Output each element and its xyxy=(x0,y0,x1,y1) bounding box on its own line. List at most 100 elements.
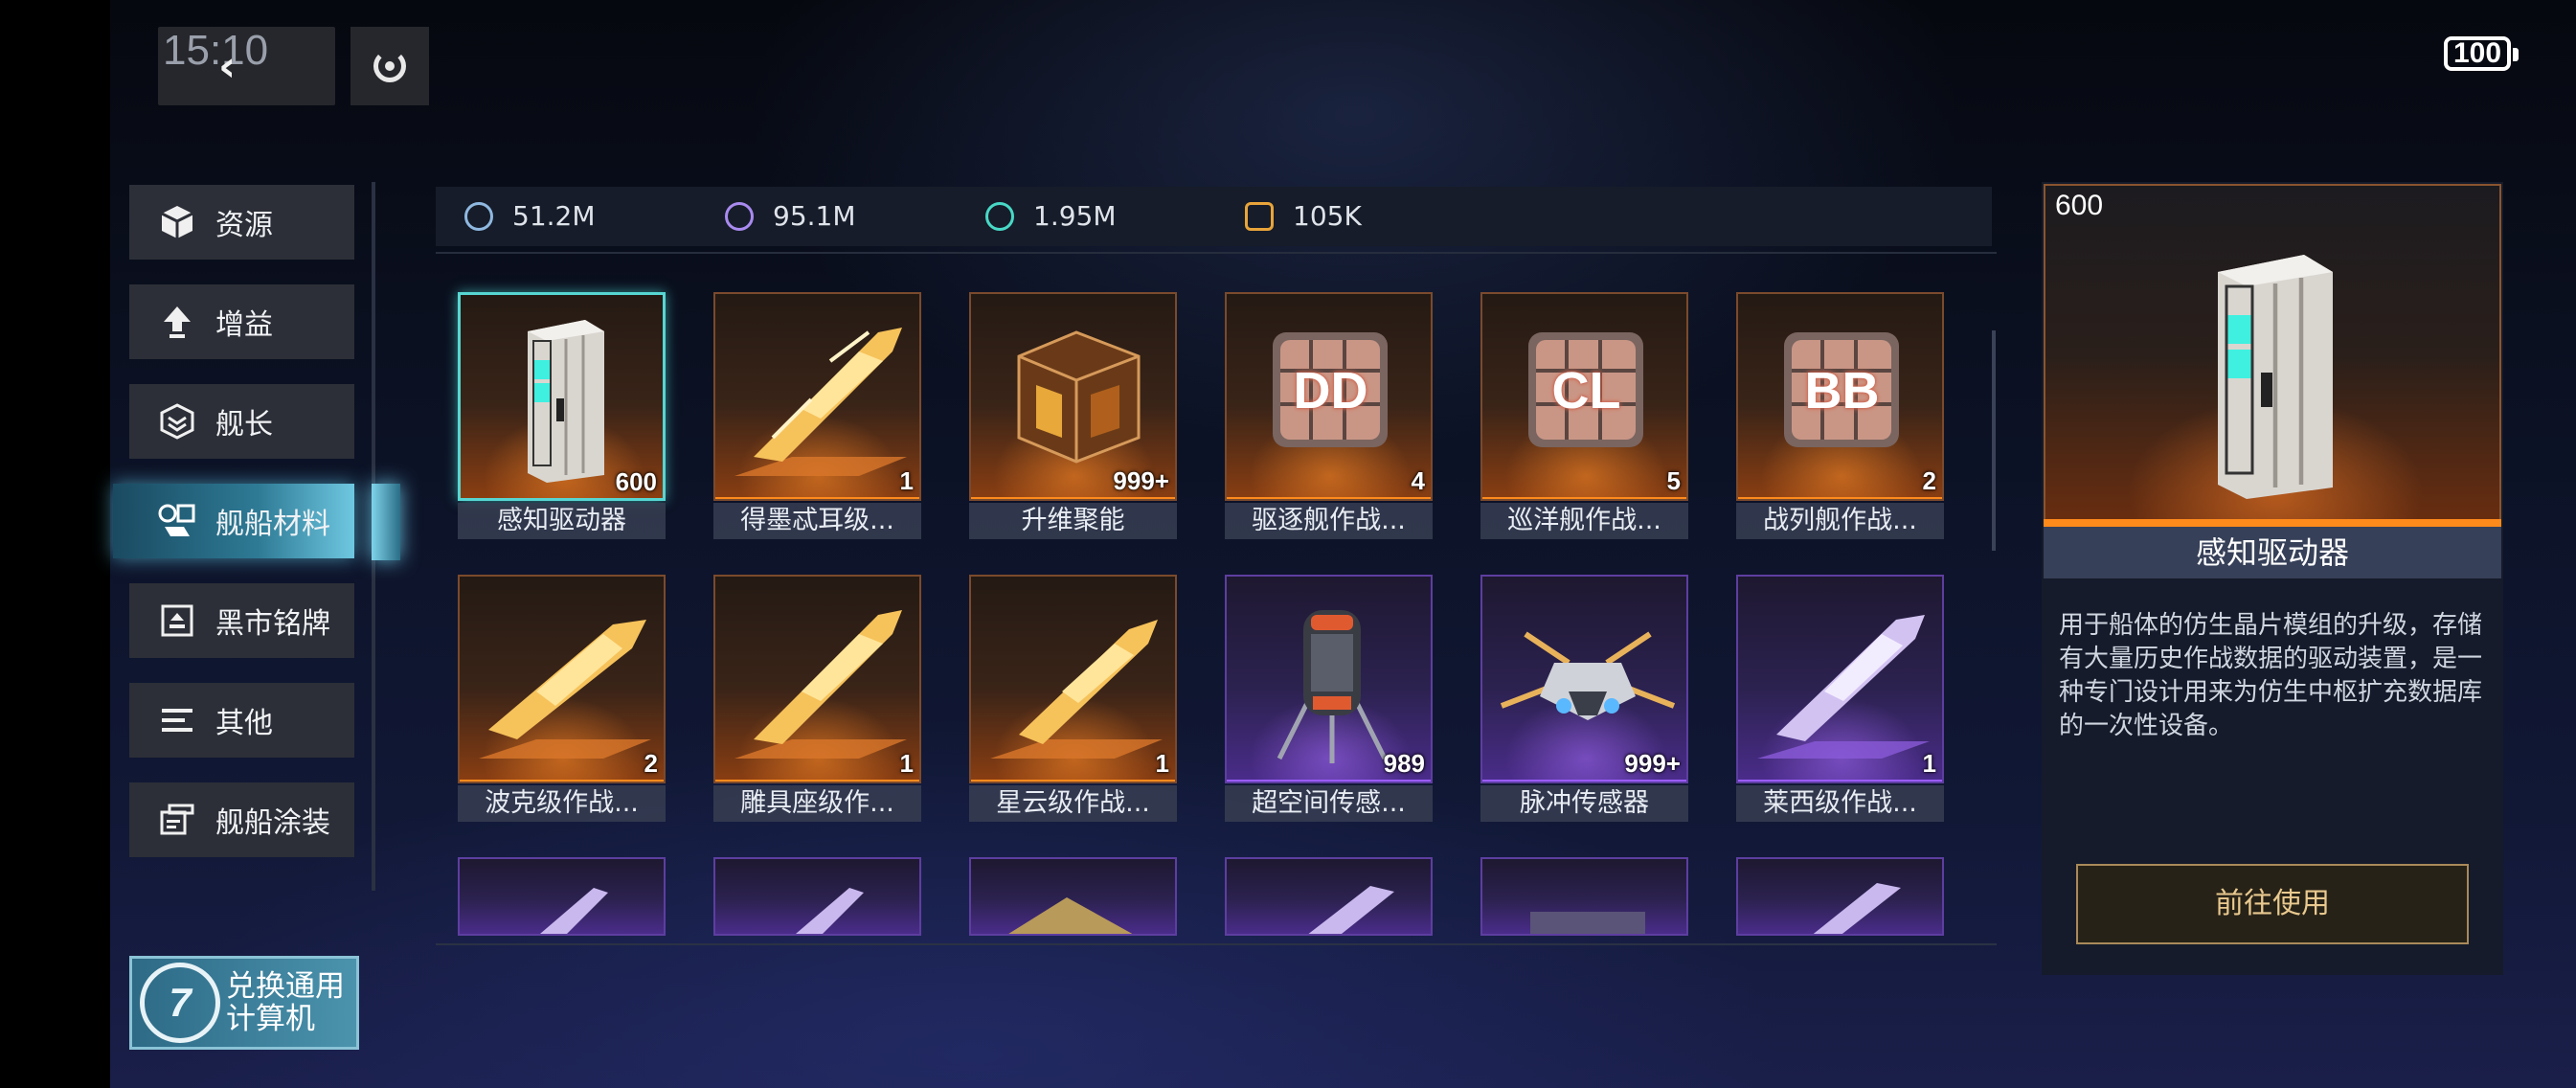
sidebar-item-black-market[interactable]: 黑市铭牌 xyxy=(129,583,354,658)
list-icon xyxy=(156,699,198,741)
item-slot-battleship-data[interactable]: BB 2 战列舰作战... xyxy=(1736,292,1944,539)
sidebar-item-captains[interactable]: 舰长 xyxy=(129,384,354,459)
sidebar-item-label: 舰船涂装 xyxy=(215,806,330,840)
item-slot-lacey-class[interactable]: 1 莱西级作战... xyxy=(1736,575,1944,822)
back-arrow-icon[interactable]: ‹ xyxy=(218,42,236,91)
item-slot-partial[interactable] xyxy=(1225,857,1433,936)
purple-crystal-icon xyxy=(725,201,754,231)
drone-art xyxy=(1500,631,1676,720)
detail-image xyxy=(2044,184,2501,527)
credit-coin-icon xyxy=(464,201,493,231)
materials-icon xyxy=(156,500,198,542)
resource-cycle: 1.95M xyxy=(985,200,1117,232)
active-tab-indicator xyxy=(372,484,400,560)
resource-chip: 105K xyxy=(1245,200,1362,232)
item-name: 波克级作战... xyxy=(458,785,666,822)
nameplate-icon xyxy=(156,600,198,642)
clock: 15:10 xyxy=(163,27,269,74)
item-slot-destroyer-data[interactable]: DD 4 驱逐舰作战... xyxy=(1225,292,1433,539)
exchange-label: 兑换通用计算机 xyxy=(226,969,345,1036)
cube-tag: DD xyxy=(1293,362,1368,419)
teal-cycle-icon xyxy=(985,201,1014,231)
violet-ship-art xyxy=(1757,615,1930,759)
violet-ship-art xyxy=(540,888,608,934)
violet-ship-art xyxy=(1308,886,1394,934)
gold-chip-icon xyxy=(1245,201,1274,231)
captain-badge-icon xyxy=(156,400,198,442)
refresh-button[interactable] xyxy=(350,27,429,105)
divider xyxy=(436,252,1997,254)
item-count: 5 xyxy=(1666,466,1681,495)
item-count: 999+ xyxy=(1113,466,1169,495)
resource-value: 51.2M xyxy=(512,200,596,232)
sidebar-item-other[interactable]: 其他 xyxy=(129,683,354,758)
sidebar-item-label: 资源 xyxy=(215,209,273,242)
item-slot-partial[interactable] xyxy=(1480,857,1688,936)
item-name: 脉冲传感器 xyxy=(1480,785,1688,822)
gold-plate-art xyxy=(1008,897,1133,934)
item-slot-partial[interactable] xyxy=(458,857,666,936)
item-slot-pulse-sensor[interactable]: 999+ 脉冲传感器 xyxy=(1480,575,1688,822)
item-slot-hyperspace-sensor[interactable]: 989 超空间传感... xyxy=(1225,575,1433,822)
item-slot-nebula-class[interactable]: 1 星云级作战... xyxy=(969,575,1177,822)
golden-ship-art xyxy=(734,328,907,476)
sidebar-item-resources[interactable]: 资源 xyxy=(129,185,354,260)
drive-art xyxy=(2218,255,2333,499)
go-use-button[interactable]: 前往使用 xyxy=(2076,864,2469,944)
golden-ship-art xyxy=(990,620,1163,759)
item-slot-cruiser-data[interactable]: CL 5 巡洋舰作战... xyxy=(1480,292,1688,539)
item-slot-dimension-energy[interactable]: 999+ 升维聚能 xyxy=(969,292,1177,539)
item-count: 999+ xyxy=(1624,749,1681,778)
sidebar-item-label: 舰船材料 xyxy=(215,508,330,541)
item-name: 驱逐舰作战... xyxy=(1225,503,1433,539)
item-slot-demeter-class[interactable]: 1 得墨忒耳级... xyxy=(713,292,921,539)
item-name: 雕具座级作... xyxy=(713,785,921,822)
cube-icon xyxy=(156,201,198,243)
sidebar-item-ship-materials[interactable]: 舰船材料 xyxy=(113,484,354,558)
sidebar-item-buffs[interactable]: 增益 xyxy=(129,284,354,359)
item-count: 600 xyxy=(615,467,657,496)
computer-logo-icon: 7 xyxy=(140,963,220,1043)
item-count: 1 xyxy=(1155,749,1169,778)
sidebar-item-ship-skins[interactable]: 舰船涂装 xyxy=(129,782,354,857)
item-slot-partial[interactable] xyxy=(1736,857,1944,936)
upgrade-arrow-icon xyxy=(156,301,198,343)
cube-tag: BB xyxy=(1804,362,1880,419)
item-slot-caelum-class[interactable]: 1 雕具座级作... xyxy=(713,575,921,822)
detail-title: 感知驱动器 xyxy=(2044,527,2501,578)
resource-value: 95.1M xyxy=(773,200,856,232)
resource-value: 105K xyxy=(1293,200,1362,232)
sidebar-item-label: 增益 xyxy=(215,308,273,342)
item-count: 1 xyxy=(899,749,914,778)
refresh-icon xyxy=(373,50,406,82)
item-slot-partial[interactable] xyxy=(713,857,921,936)
detail-description: 用于船体的仿生晶片模组的升级，存储有大量历史作战数据的驱动装置，是一种专门设计用… xyxy=(2059,611,2483,740)
sidebar-item-label: 舰长 xyxy=(215,408,273,442)
sidebar-item-label: 黑市铭牌 xyxy=(215,607,330,641)
item-name: 巡洋舰作战... xyxy=(1480,503,1688,539)
paint-icon xyxy=(156,799,198,841)
item-count: 4 xyxy=(1411,466,1425,495)
resource-crystal: 95.1M xyxy=(725,200,856,232)
golden-ship-art xyxy=(479,620,651,759)
item-slot-sensor-drive[interactable]: 600 感知驱动器 xyxy=(458,292,666,539)
exchange-computer-button[interactable]: 7 兑换通用计算机 xyxy=(129,956,359,1050)
item-count: 1 xyxy=(1922,749,1936,778)
item-name: 星云级作战... xyxy=(969,785,1177,822)
item-count: 989 xyxy=(1383,749,1425,778)
item-slot-bock-class[interactable]: 2 波克级作战... xyxy=(458,575,666,822)
resource-bar: 51.2M 95.1M 1.95M 105K xyxy=(436,187,1992,246)
rarity-bar xyxy=(2044,519,2501,527)
drive-art xyxy=(528,320,604,483)
golden-ship-art xyxy=(734,610,907,759)
canister-art xyxy=(1277,610,1388,763)
grid-scrollbar[interactable] xyxy=(1992,330,1996,551)
item-count: 1 xyxy=(899,466,914,495)
item-name: 感知驱动器 xyxy=(458,503,666,539)
item-name: 战列舰作战... xyxy=(1736,503,1944,539)
item-count: 2 xyxy=(644,749,658,778)
item-slot-partial[interactable] xyxy=(969,857,1177,936)
sidebar-item-label: 其他 xyxy=(215,707,273,740)
item-name: 超空间传感... xyxy=(1225,785,1433,822)
item-name: 得墨忒耳级... xyxy=(713,503,921,539)
